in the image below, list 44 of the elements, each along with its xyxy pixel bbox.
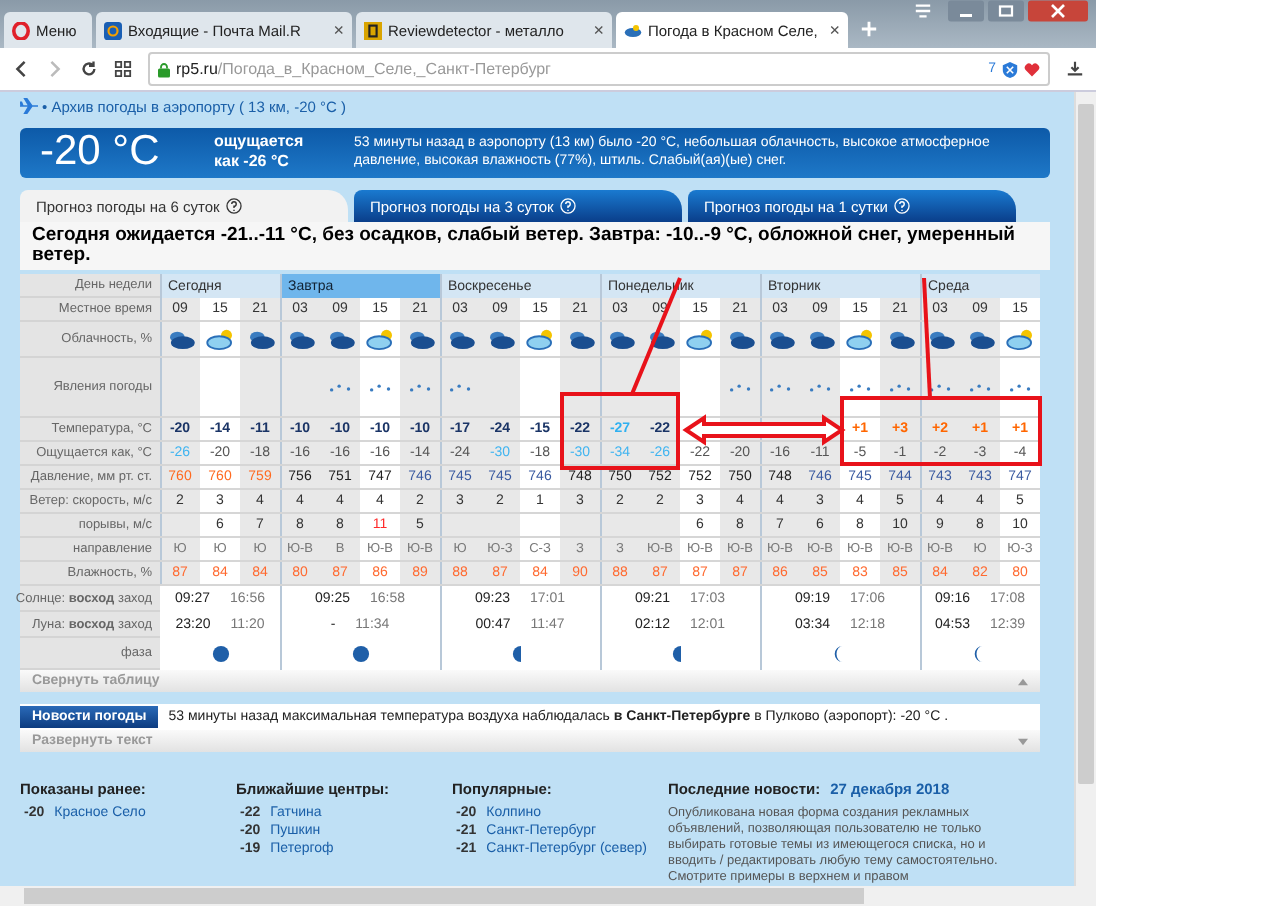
new-tab-icon[interactable] <box>860 20 878 38</box>
snow-icon <box>925 381 955 394</box>
reload-icon[interactable] <box>80 60 98 78</box>
download-icon[interactable] <box>1066 60 1084 78</box>
maximize-icon[interactable] <box>988 0 1024 22</box>
snow-icon <box>325 381 355 394</box>
vertical-scrollbar[interactable] <box>1074 92 1096 886</box>
airplane-icon <box>20 98 38 115</box>
close-tab-button[interactable]: × <box>593 20 604 40</box>
table-cell <box>600 514 640 539</box>
close-tab-button[interactable]: × <box>829 20 840 40</box>
cloud-icon <box>624 21 642 39</box>
caret-up-icon <box>1018 677 1028 686</box>
table-cell <box>160 514 200 539</box>
snow-icon <box>1005 381 1035 394</box>
snow-icon <box>765 381 795 394</box>
back-icon[interactable] <box>12 60 30 78</box>
table-cell <box>440 514 480 539</box>
grid-icon[interactable] <box>114 60 132 78</box>
minimize-icon[interactable] <box>948 0 984 22</box>
shield-icon[interactable] <box>1002 61 1018 77</box>
snow-icon <box>885 381 915 394</box>
snow-icon <box>965 381 995 394</box>
feels-like-text: ощущается как -26 °C <box>214 132 306 173</box>
lock-icon <box>158 61 170 77</box>
horizontal-scrollbar[interactable] <box>0 886 1096 906</box>
caret-down-icon <box>1018 737 1028 746</box>
heart-icon[interactable] <box>1024 61 1040 77</box>
snow-icon <box>445 381 475 394</box>
annotation-line <box>922 278 932 399</box>
opera-logo-icon <box>12 21 30 39</box>
snow-icon <box>725 381 755 394</box>
table-cell <box>640 514 680 539</box>
help-icon[interactable] <box>225 198 242 215</box>
menu-icon[interactable] <box>914 2 932 20</box>
close-icon[interactable] <box>1028 0 1088 22</box>
annotation-frame <box>560 392 680 471</box>
close-tab-button[interactable]: × <box>333 20 344 40</box>
snow-icon <box>805 381 835 394</box>
current-temperature: -20 °C <box>40 128 162 177</box>
forecast-summary: Сегодня ожидается -21..-11 °C, без осадков, слабый ветер. Завтра: -10..-9 °C, обложной снег, умеренный ветер. <box>20 222 1050 271</box>
snow-icon <box>845 381 875 394</box>
snow-icon <box>365 381 395 394</box>
snow-icon <box>405 381 435 394</box>
